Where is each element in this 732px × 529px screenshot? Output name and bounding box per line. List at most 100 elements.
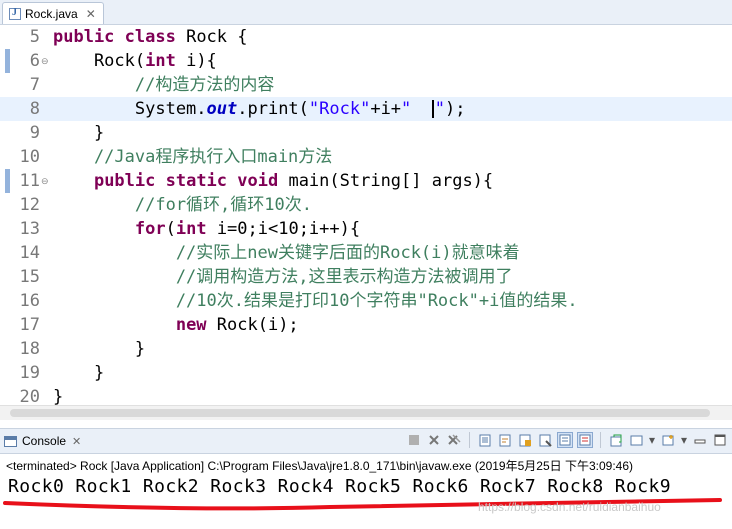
code-token: //构造方法的内容 xyxy=(53,75,275,95)
line-number: 16 xyxy=(19,291,40,311)
code-text: for(int i=0;i<10;i++){ xyxy=(53,217,360,241)
code-text: new Rock(i); xyxy=(53,313,299,337)
horizontal-scrollbar[interactable] xyxy=(0,405,732,420)
java-file-icon xyxy=(9,7,21,20)
code-line[interactable]: 14 //实际上new关键字后面的Rock(i)就意味着 xyxy=(0,241,732,265)
code-line[interactable]: 5 public class Rock { xyxy=(0,25,732,49)
word-wrap-icon[interactable] xyxy=(497,432,513,448)
code-token: } xyxy=(53,339,146,359)
terminated-status: <terminated> Rock [Java Application] C:\… xyxy=(6,459,633,473)
maximize-icon[interactable] xyxy=(712,432,728,448)
clear-console-icon[interactable] xyxy=(537,432,553,448)
code-token: Rock(i); xyxy=(216,315,299,335)
code-line[interactable]: 18 } xyxy=(0,337,732,361)
lock-icon[interactable] xyxy=(517,432,533,448)
toolbar-separator xyxy=(600,432,601,448)
code-token: ); xyxy=(445,99,466,119)
console-icon xyxy=(4,435,17,447)
code-text: System.out.print("Rock"+i+" "); xyxy=(53,97,466,121)
code-token: for xyxy=(134,219,166,239)
line-number: 9 xyxy=(29,123,40,143)
line-number: 10 xyxy=(19,147,40,167)
code-line[interactable]: 12 //for循环,循环10次. xyxy=(0,193,732,217)
code-token: i=0;i<10;i++){ xyxy=(216,219,361,239)
code-token: new xyxy=(175,315,217,335)
remove-launch-icon[interactable] xyxy=(426,432,442,448)
line-number: 20 xyxy=(19,387,40,405)
code-token: } xyxy=(53,387,64,405)
code-line[interactable]: 11 ⊖ public static void main(String[] arg… xyxy=(0,169,732,193)
code-token: public xyxy=(53,27,125,47)
code-token: i){ xyxy=(186,51,217,71)
line-number: 12 xyxy=(19,195,40,215)
code-line[interactable]: 16 //10次.结果是打印10个字符串"Rock"+i值的结果. xyxy=(0,289,732,313)
code-token: ( xyxy=(165,219,176,239)
show-on-error-icon[interactable] xyxy=(577,432,593,448)
code-line[interactable]: 13 for(int i=0;i<10;i++){ xyxy=(0,217,732,241)
line-number: 15 xyxy=(19,267,40,287)
code-token: void xyxy=(237,171,289,191)
console-output[interactable]: Rock0 Rock1 Rock2 Rock3 Rock4 Rock5 Rock… xyxy=(8,476,671,497)
code-line[interactable]: 10 //Java程序执行入口main方法 xyxy=(0,145,732,169)
code-token: .print( xyxy=(237,99,309,119)
code-line[interactable]: 17 new Rock(i); xyxy=(0,313,732,337)
close-icon[interactable]: ✕ xyxy=(86,7,96,21)
code-token: int xyxy=(145,51,187,71)
editor-tab-rock-java[interactable]: Rock.java ✕ xyxy=(2,2,104,24)
code-line[interactable]: 6 ⊖ Rock(int i){ xyxy=(0,49,732,73)
code-token: public xyxy=(93,171,166,191)
editor-tab-label: Rock.java xyxy=(25,6,78,21)
code-token: "Rock" xyxy=(308,99,371,119)
fold-toggle-icon[interactable]: ⊖ xyxy=(41,49,49,73)
console-view-bar: Console ✕ ▾ ▾ xyxy=(0,428,732,454)
code-token: main(String[] args){ xyxy=(288,171,494,191)
code-text: //Java程序执行入口main方法 xyxy=(53,145,332,169)
code-token: " xyxy=(401,99,432,119)
code-token: //for循环,循环10次. xyxy=(53,195,312,215)
code-token: Rock( xyxy=(53,51,146,71)
code-editor[interactable]: 5 public class Rock {6 ⊖ Rock(int i){7 //构… xyxy=(0,25,732,405)
code-token: } xyxy=(53,123,105,143)
code-token: Rock { xyxy=(186,27,248,47)
remove-all-icon[interactable] xyxy=(446,432,462,448)
code-text: public static void main(String[] args){ xyxy=(53,169,493,193)
code-token: //Java程序执行入口main方法 xyxy=(53,147,333,167)
terminate-icon[interactable] xyxy=(406,432,422,448)
code-line[interactable]: 19 } xyxy=(0,361,732,385)
pin-console-icon[interactable] xyxy=(608,432,624,448)
scrollbar-thumb[interactable] xyxy=(10,409,710,417)
console-tab-label: Console xyxy=(22,434,67,448)
code-token: class xyxy=(124,27,187,47)
fold-toggle-icon[interactable]: ⊖ xyxy=(41,169,49,193)
close-icon[interactable]: ✕ xyxy=(72,435,81,448)
code-token: +i+ xyxy=(370,99,402,119)
line-number: 7 xyxy=(29,75,40,95)
code-line[interactable]: 15 //调用构造方法,这里表示构造方法被调用了 xyxy=(0,265,732,289)
text-cursor xyxy=(431,100,434,118)
console-tab[interactable]: Console ✕ xyxy=(4,431,81,451)
watermark: https://blog.csdn.net/ruidianbaihuo xyxy=(478,500,661,514)
code-text: public class Rock { xyxy=(53,25,248,49)
code-line[interactable]: 9 } xyxy=(0,121,732,145)
chevron-down-icon[interactable]: ▾ xyxy=(648,432,656,448)
minimize-icon[interactable] xyxy=(692,432,708,448)
code-text: } xyxy=(53,121,104,145)
show-on-output-icon[interactable] xyxy=(557,432,573,448)
code-line[interactable]: 7 //构造方法的内容 xyxy=(0,73,732,97)
chevron-down-icon[interactable]: ▾ xyxy=(680,432,688,448)
scroll-lock-icon[interactable] xyxy=(477,432,493,448)
code-text: Rock(int i){ xyxy=(53,49,217,73)
code-line[interactable]: 8 System.out.print("Rock"+i+" "); xyxy=(0,97,732,121)
line-number: 18 xyxy=(19,339,40,359)
code-token: //10次.结果是打印10个字符串"Rock"+i值的结果. xyxy=(53,291,578,311)
code-token: out xyxy=(206,99,238,119)
line-number: 6 xyxy=(29,51,40,71)
code-token: System. xyxy=(53,99,207,119)
code-text: //构造方法的内容 xyxy=(53,73,274,97)
new-console-icon[interactable] xyxy=(660,432,676,448)
code-line[interactable]: 20} xyxy=(0,385,732,405)
display-console-icon[interactable] xyxy=(628,432,644,448)
